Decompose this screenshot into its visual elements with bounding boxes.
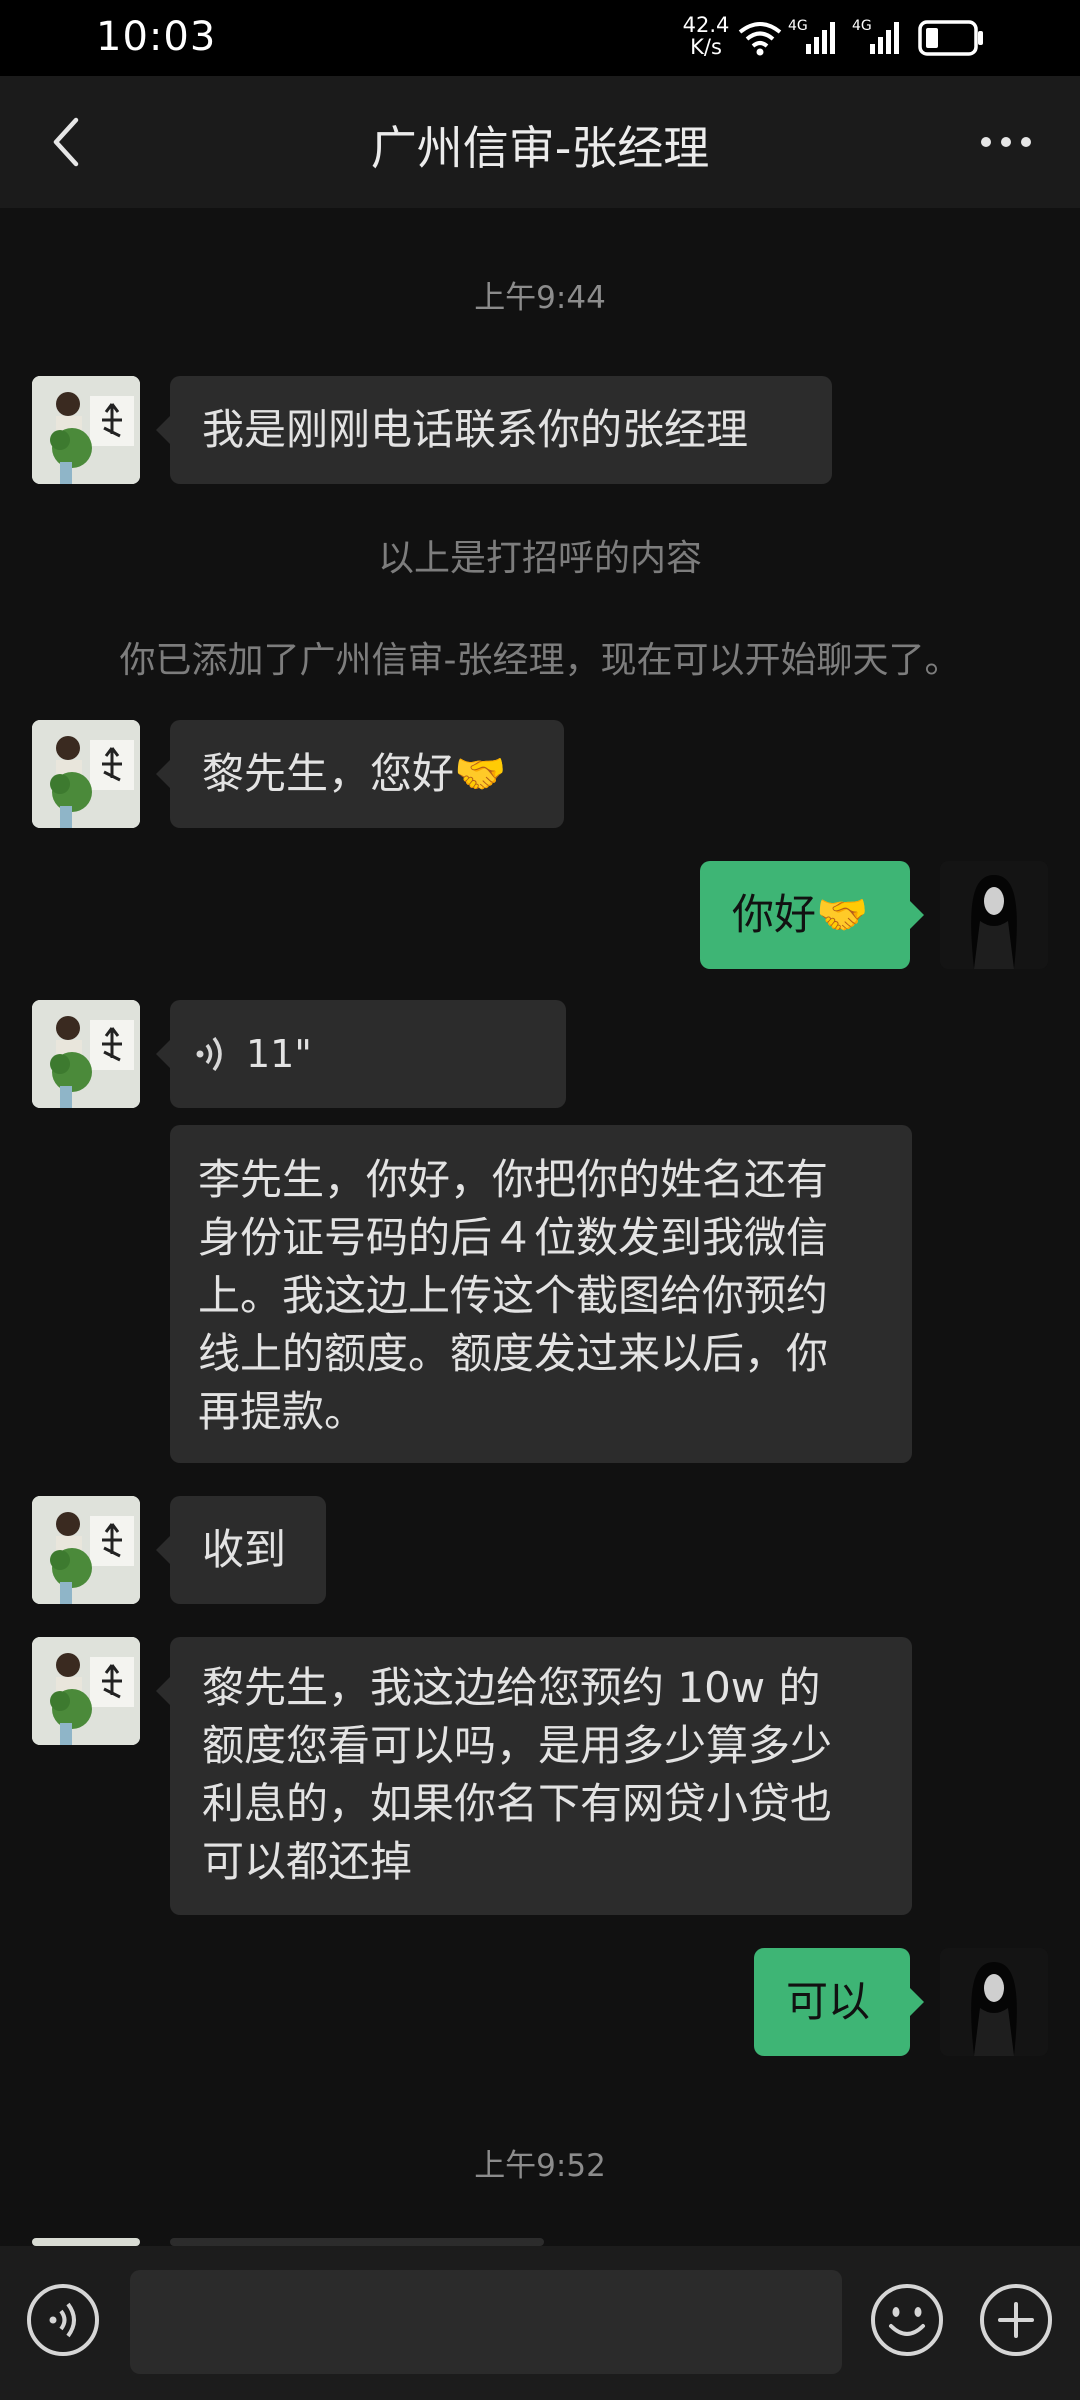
my-avatar[interactable] [940,861,1048,969]
message-line: 可以都还掉 [202,1837,413,1886]
incoming-message[interactable]: 我是刚刚电话联系你的张经理 [156,376,832,484]
message-text: 收到 [202,1525,287,1574]
contact-avatar[interactable] [32,720,140,828]
contact-avatar[interactable] [32,1637,140,1745]
signal-bars-icon [870,22,899,54]
network-speed-value: 42.4 [682,13,730,37]
voice-duration: 11" [246,1032,312,1076]
wifi-icon [738,22,782,56]
contact-avatar-image [32,1000,140,1108]
transcription-line: 身份证号码的后４位数发到我微信 [198,1213,829,1262]
voice-message-content: 11" [194,1025,542,1083]
system-note-friend-added: 你已添加了广州信审-张经理，现在可以开始聊天了。 [119,640,961,681]
more-button[interactable] [970,106,1042,178]
message-timestamp: 上午9:44 [474,280,606,316]
plus-button[interactable] [975,2279,1057,2361]
more-dots-icon [981,137,1031,147]
contact-avatar-image [32,1496,140,1604]
message-line: 额度您看可以吗，是用多少算多少 [202,1721,833,1770]
chat-header: 广州信审-张经理 [0,76,1080,208]
contact-avatar[interactable] [32,1000,140,1108]
incoming-message[interactable]: 黎先生，您好🤝 [156,720,564,828]
transcription-line: 上。我这边上传这个截图给你预约 [198,1271,829,1320]
outgoing-message[interactable]: 可以 [754,1948,924,2056]
voice-mode-icon [27,2284,99,2356]
voice-transcription[interactable]: 李先生，你好，你把你的姓名还有 身份证号码的后４位数发到我微信 上。我这边上传这… [170,1125,912,1463]
voice-message[interactable]: 11" [156,1000,566,1108]
message-text: 你好🤝 [732,890,869,939]
chat-screen: 10:03 42.4 K/s 4G 4G 广州信审-张经理 上午9:44 我是刚… [0,0,1080,2400]
voice-wave-icon [196,1036,222,1072]
message-text: 黎先生，您好🤝 [202,749,507,798]
message-input[interactable] [130,2270,842,2374]
status-bar: 10:03 42.4 K/s 4G 4G [0,0,1080,76]
signal-1-label: 4G [788,18,808,34]
my-avatar-image [940,1948,1048,2056]
network-speed-unit: K/s [690,35,722,59]
incoming-message-partial[interactable] [170,2238,544,2246]
voice-toggle-button[interactable] [22,2279,104,2361]
contact-avatar-image [32,720,140,828]
status-time: 10:03 [96,14,217,60]
contact-avatar[interactable] [32,1496,140,1604]
system-note-greeting: 以上是打招呼的内容 [377,538,702,579]
my-avatar-image [940,861,1048,969]
emoji-icon [871,2284,943,2356]
plus-icon [980,2284,1052,2356]
contact-avatar-image [32,1637,140,1745]
message-line: 黎先生，我这边给您预约 10w 的 [202,1663,821,1712]
contact-avatar[interactable] [32,376,140,484]
message-timestamp: 上午9:52 [474,2148,606,2184]
message-line: 利息的，如果你名下有网贷小贷也 [202,1779,833,1828]
emoji-button[interactable] [866,2279,948,2361]
signal-2-label: 4G [852,18,872,34]
contact-avatar-image [32,376,140,484]
chat-title: 广州信审-张经理 [370,121,710,175]
message-text: 可以 [786,1977,871,2026]
outgoing-message[interactable]: 你好🤝 [700,861,924,969]
my-avatar[interactable] [940,1948,1048,2056]
incoming-message[interactable]: 黎先生，我这边给您预约 10w 的 额度您看可以吗，是用多少算多少 利息的，如果… [156,1637,912,1915]
transcription-line: 再提款。 [198,1387,367,1436]
incoming-message[interactable]: 收到 [156,1496,326,1604]
signal-bars-icon [806,22,835,54]
input-bar [0,2246,1080,2400]
network-speed: 42.4 K/s [680,14,732,58]
signal-1: 4G [788,18,844,56]
signal-2: 4G [852,18,908,56]
transcription-line: 李先生，你好，你把你的姓名还有 [198,1155,829,1204]
contact-avatar-partial[interactable] [32,2238,140,2246]
battery-icon [918,20,983,56]
transcription-line: 线上的额度。额度发过来以后，你 [198,1329,829,1378]
message-text: 我是刚刚电话联系你的张经理 [202,405,749,454]
